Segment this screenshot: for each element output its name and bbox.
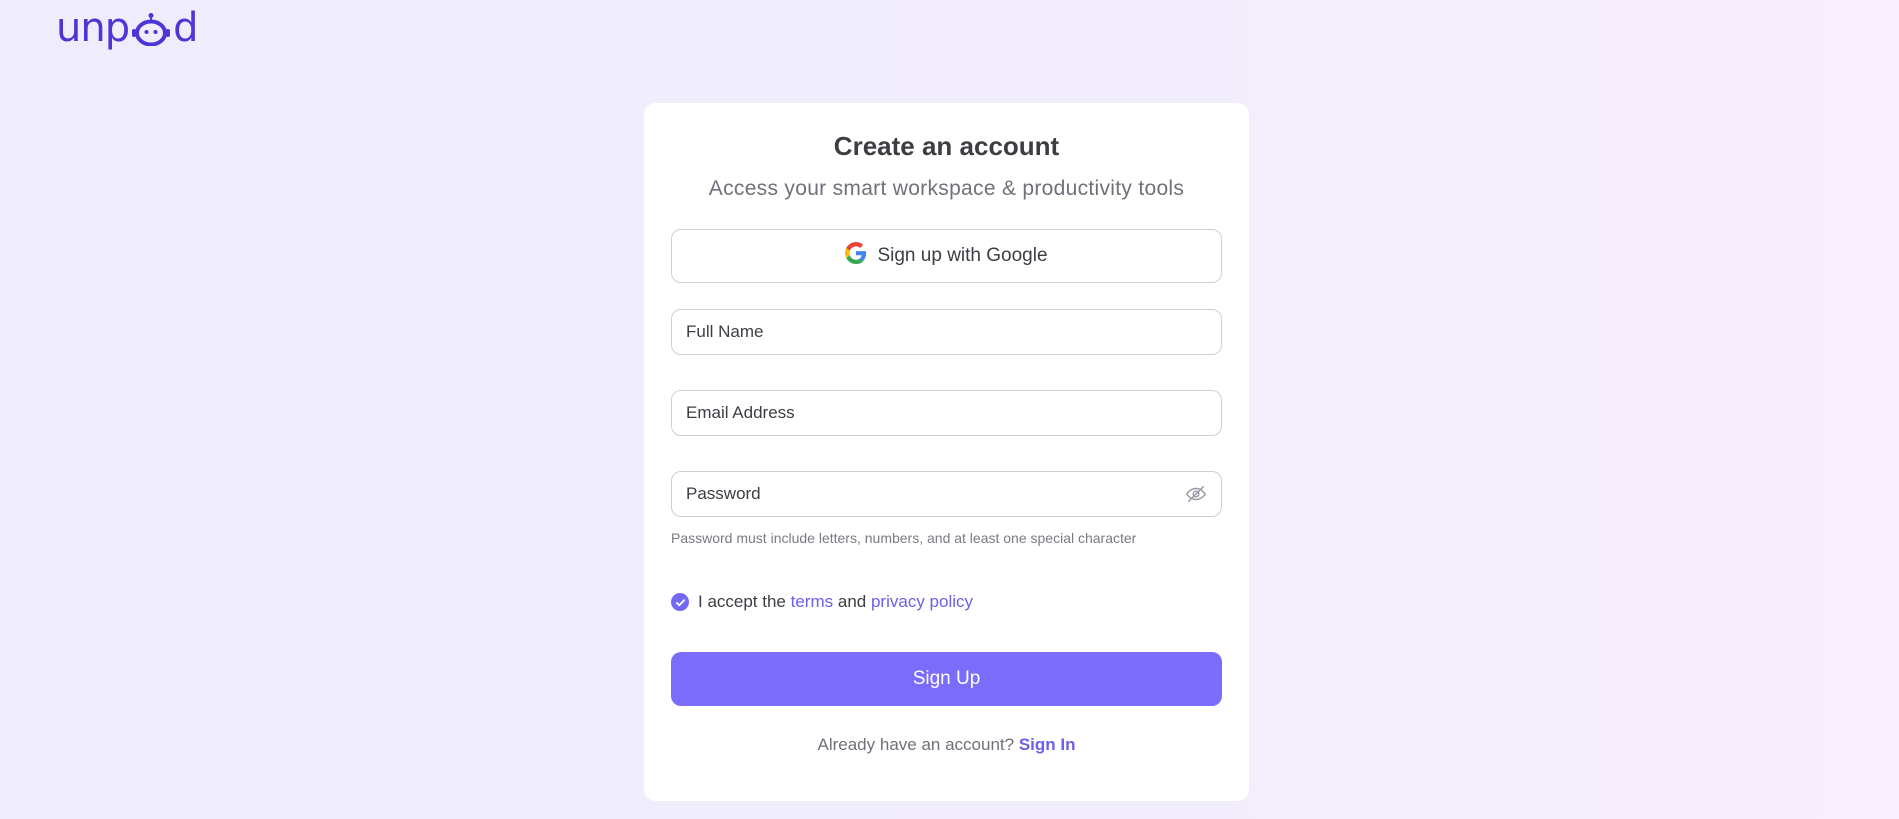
signin-prompt-row: Already have an account? Sign In (644, 735, 1249, 755)
signin-prompt-text: Already have an account? (817, 735, 1015, 754)
password-input[interactable] (686, 484, 1185, 504)
unpod-logo[interactable]: unp d (56, 5, 199, 51)
robot-icon (130, 12, 172, 47)
password-hint: Password must include letters, numbers, … (671, 530, 1137, 546)
email-field-wrapper (671, 390, 1222, 436)
check-icon (675, 598, 685, 606)
and-text: and (837, 592, 867, 611)
logo-text-prefix: unp (56, 5, 130, 51)
full-name-field-wrapper (671, 309, 1222, 355)
page-title: Create an account (833, 131, 1060, 161)
sign-up-button[interactable]: Sign Up (671, 652, 1222, 706)
google-signup-label: Sign up with Google (877, 245, 1048, 266)
password-field-wrapper (671, 471, 1222, 517)
logo-text-suffix: d (173, 5, 198, 51)
full-name-input[interactable] (686, 322, 1207, 342)
google-signup-button[interactable]: Sign up with Google (671, 229, 1222, 283)
accept-prefix-text: I accept the (698, 592, 786, 611)
terms-acceptance: I accept the terms and privacy policy (671, 592, 973, 612)
privacy-policy-link[interactable]: privacy policy (871, 592, 973, 612)
eye-off-icon[interactable] (1185, 483, 1207, 505)
terms-checkbox[interactable] (671, 593, 689, 611)
google-icon (845, 242, 867, 270)
terms-link[interactable]: terms (791, 592, 834, 612)
sign-in-link[interactable]: Sign In (1019, 735, 1076, 754)
email-input[interactable] (686, 403, 1207, 423)
page-subtitle: Access your smart workspace & productivi… (708, 177, 1185, 200)
signup-card: Create an account Access your smart work… (644, 103, 1249, 801)
